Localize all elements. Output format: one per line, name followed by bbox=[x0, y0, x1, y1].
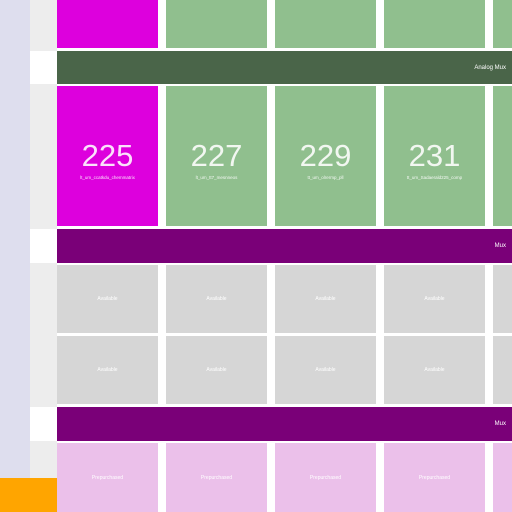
tile-prepurchased-partial[interactable] bbox=[493, 443, 512, 512]
tile-grid-canvas: Analog Mux 225 lt_um_ccatkdu_chemmatrix … bbox=[0, 0, 512, 512]
left-rail bbox=[0, 0, 30, 512]
tile-status-label: Available bbox=[315, 367, 336, 373]
tile-status-label: Available bbox=[315, 296, 336, 302]
tile-available[interactable]: Available bbox=[166, 336, 267, 404]
tile-number: 225 bbox=[81, 138, 134, 173]
tile-available[interactable]: Available bbox=[166, 265, 267, 333]
tile-status-label: Available bbox=[97, 296, 118, 302]
tile-number: 231 bbox=[408, 138, 461, 173]
tile-status-label: Prepurchased bbox=[418, 474, 451, 481]
tile-project-name: lt_um_ccatkdu_chemmatrix bbox=[80, 175, 135, 180]
tile-status-label: Available bbox=[206, 367, 227, 373]
tile-number: 227 bbox=[190, 138, 243, 173]
tile-available[interactable]: Available bbox=[57, 336, 158, 404]
tile-prepurchased[interactable]: Prepurchased bbox=[57, 443, 158, 512]
tile-status-label: Available bbox=[206, 296, 227, 302]
tile-227[interactable]: 227 lt_um_tt7_mesnneos bbox=[166, 86, 267, 226]
tile-top-magenta[interactable] bbox=[57, 0, 158, 48]
tile-available[interactable]: Available bbox=[384, 265, 485, 333]
tile-status-label: Prepurchased bbox=[91, 474, 124, 481]
tile-225[interactable]: 225 lt_um_ccatkdu_chemmatrix bbox=[57, 86, 158, 226]
tile-top-green[interactable] bbox=[275, 0, 376, 48]
tile-status-label: Available bbox=[424, 296, 445, 302]
orange-block[interactable] bbox=[0, 478, 57, 512]
tile-229[interactable]: 229 tt_um_olrermp_pll bbox=[275, 86, 376, 226]
tile-status-label: Prepurchased bbox=[200, 474, 233, 481]
tile-available[interactable]: Available bbox=[384, 336, 485, 404]
tile-available[interactable]: Available bbox=[275, 265, 376, 333]
tile-top-green[interactable] bbox=[384, 0, 485, 48]
tile-project-name: lt_um_tt7_mesnneos bbox=[195, 175, 238, 180]
tile-prepurchased[interactable]: Prepurchased bbox=[275, 443, 376, 512]
analog-mux-label: Analog Mux bbox=[474, 64, 506, 71]
tile-partial-green[interactable] bbox=[493, 86, 512, 226]
tile-top-green[interactable] bbox=[493, 0, 512, 48]
tile-available-partial[interactable] bbox=[493, 265, 512, 333]
tile-prepurchased[interactable]: Prepurchased bbox=[166, 443, 267, 512]
rail-notch bbox=[30, 84, 57, 229]
mux-label: Mux bbox=[494, 421, 506, 427]
tile-number: 229 bbox=[299, 138, 352, 173]
analog-mux-bar[interactable]: Analog Mux bbox=[57, 51, 512, 84]
tile-available-partial[interactable] bbox=[493, 336, 512, 404]
tile-231[interactable]: 231 tt_um_Sadaerald225_comp bbox=[384, 86, 485, 226]
tile-prepurchased[interactable]: Prepurchased bbox=[384, 443, 485, 512]
tile-status-label: Available bbox=[424, 367, 445, 373]
tile-available[interactable]: Available bbox=[275, 336, 376, 404]
rail-notch bbox=[30, 441, 57, 478]
tile-project-name: tt_um_olrermp_pll bbox=[307, 175, 344, 180]
tile-status-label: Prepurchased bbox=[309, 474, 342, 481]
mux-bar[interactable]: Mux bbox=[57, 407, 512, 441]
mux-label: Mux bbox=[494, 243, 506, 249]
rail-notch bbox=[30, 263, 57, 407]
rail-notch bbox=[30, 0, 57, 51]
mux-bar[interactable]: Mux bbox=[57, 229, 512, 263]
tile-project-name: tt_um_Sadaerald225_comp bbox=[406, 175, 463, 180]
tile-status-label: Available bbox=[97, 367, 118, 373]
tile-available[interactable]: Available bbox=[57, 265, 158, 333]
tile-top-green[interactable] bbox=[166, 0, 267, 48]
